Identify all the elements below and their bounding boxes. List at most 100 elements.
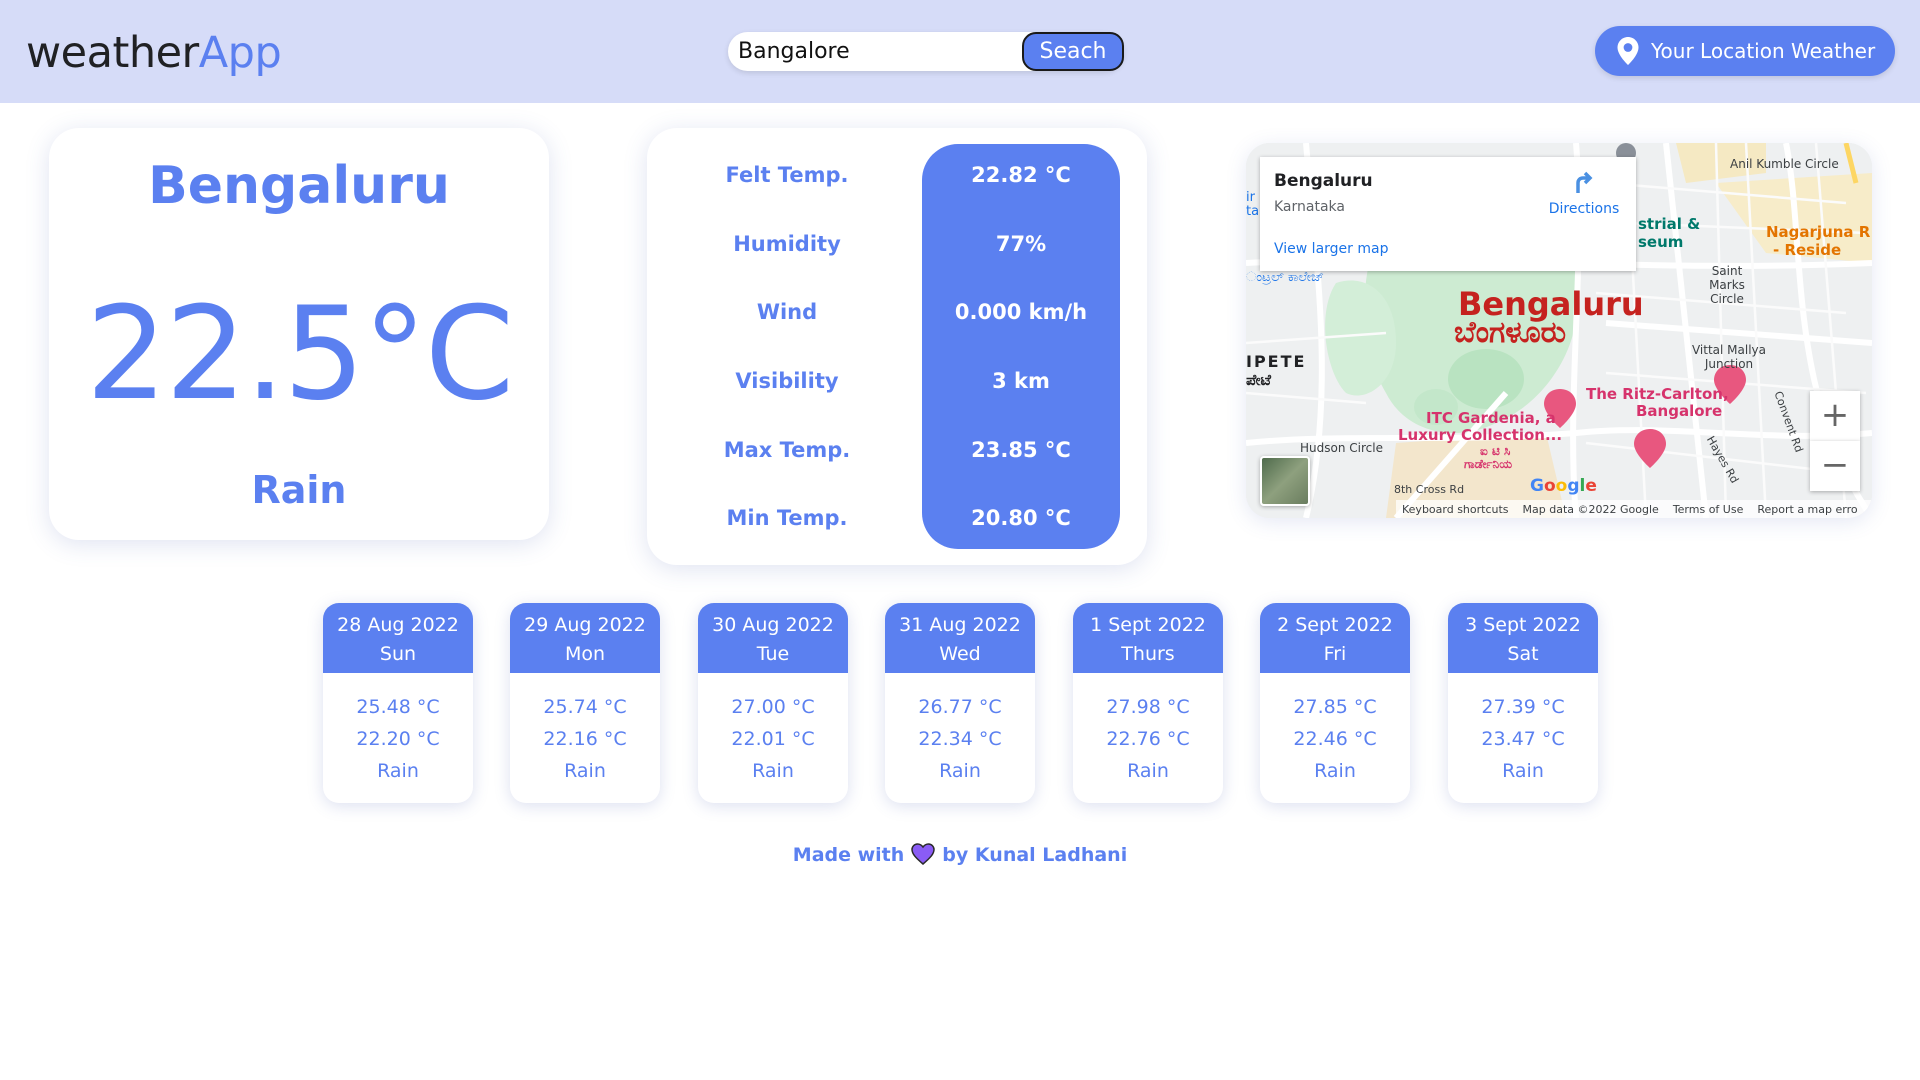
forecast-card-header: 1 Sept 2022 Thurs: [1073, 603, 1223, 673]
forecast-min-temp: 22.34 °C: [918, 728, 1002, 750]
forecast-card-header: 2 Sept 2022 Fri: [1260, 603, 1410, 673]
forecast-day: Mon: [564, 643, 606, 665]
search-button[interactable]: Seach: [1022, 32, 1124, 71]
map-label-hudson-circle: Hudson Circle: [1300, 441, 1383, 455]
forecast-date: 3 Sept 2022: [1465, 614, 1581, 636]
embedded-map[interactable]: Anil Kumble Circle Nagarjuna R - Reside …: [1246, 143, 1872, 518]
footer-made-with: Made with: [792, 844, 905, 866]
keyboard-shortcuts-link[interactable]: Keyboard shortcuts: [1402, 503, 1509, 516]
forecast-condition: Rain: [564, 760, 606, 782]
forecast-date: 31 Aug 2022: [899, 614, 1021, 636]
forecast-condition: Rain: [752, 760, 794, 782]
forecast-date: 2 Sept 2022: [1277, 614, 1393, 636]
map-label-saint-marks: Saint Marks Circle: [1709, 264, 1745, 306]
forecast-date: 1 Sept 2022: [1090, 614, 1206, 636]
map-label-itc-2: Luxury Collection...: [1398, 426, 1563, 444]
directions-label: Directions: [1548, 201, 1620, 217]
forecast-max-temp: 27.00 °C: [731, 696, 815, 718]
map-label-left-edge-2: ta: [1246, 204, 1260, 219]
forecast-max-temp: 25.74 °C: [543, 696, 627, 718]
directions-link[interactable]: Directions: [1544, 171, 1624, 217]
map-label-cross-rd: 8th Cross Rd: [1394, 483, 1465, 496]
forecast-card-header: 31 Aug 2022 Wed: [885, 603, 1035, 673]
forecast-card: 30 Aug 2022 Tue 27.00 °C 22.01 °C Rain: [698, 603, 848, 803]
detail-value-humidity: 77%: [995, 232, 1047, 256]
detail-value-wind: 0.000 km/h: [954, 300, 1088, 324]
terms-of-use-link[interactable]: Terms of Use: [1673, 503, 1744, 516]
location-button-label: Your Location Weather: [1651, 39, 1876, 63]
view-larger-map-link[interactable]: View larger map: [1274, 241, 1388, 257]
forecast-card: 2 Sept 2022 Fri 27.85 °C 22.46 °C Rain: [1260, 603, 1410, 803]
forecast-date: 30 Aug 2022: [712, 614, 834, 636]
footer-author: by Kunal Ladhani: [942, 844, 1128, 866]
forecast-day: Wed: [939, 643, 981, 665]
forecast-card-header: 3 Sept 2022 Sat: [1448, 603, 1598, 673]
forecast-card: 31 Aug 2022 Wed 26.77 °C 22.34 °C Rain: [885, 603, 1035, 803]
map-label-college-kn: ಂಟ್ರಲ್ ಕಾಲೇಜ್: [1246, 270, 1324, 285]
map-label-itc-kn-2: ಗಾರ್ಡೇನಿಯ: [1464, 457, 1513, 471]
zoom-out-button[interactable]: −: [1810, 441, 1860, 491]
forecast-card-body: 27.00 °C 22.01 °C Rain: [698, 673, 848, 787]
forecast-condition: Rain: [1314, 760, 1356, 782]
map-label-vittal-mallya: Vittal Mallya Junction: [1691, 343, 1767, 371]
zoom-in-button[interactable]: +: [1810, 391, 1860, 441]
app-logo: weatherApp: [26, 28, 282, 78]
detail-value-min-temp: 20.80 °C: [971, 506, 1071, 530]
forecast-card-body: 27.98 °C 22.76 °C Rain: [1073, 673, 1223, 787]
map-label-pete: IPETE: [1246, 352, 1307, 371]
map-label-nagarjuna: Nagarjuna R: [1766, 223, 1871, 241]
forecast-max-temp: 27.98 °C: [1106, 696, 1190, 718]
map-attribution-bar: Keyboard shortcuts Map data ©2022 Google…: [1396, 500, 1872, 518]
forecast-min-temp: 22.20 °C: [356, 728, 440, 750]
detail-value-felt-temp: 22.82 °C: [971, 163, 1071, 187]
google-logo: Google: [1530, 476, 1597, 496]
current-temperature: 22.5°C: [85, 280, 514, 429]
current-weather-card: Bengaluru 22.5°C Rain: [49, 128, 549, 540]
detail-label-humidity: Humidity: [733, 232, 841, 256]
directions-icon: [1576, 171, 1593, 193]
forecast-card-body: 25.48 °C 22.20 °C Rain: [323, 673, 473, 787]
forecast-card-body: 25.74 °C 22.16 °C Rain: [510, 673, 660, 787]
forecast-card-header: 29 Aug 2022 Mon: [510, 603, 660, 673]
detail-label-felt-temp: Felt Temp.: [725, 163, 849, 187]
forecast-card-body: 27.39 °C 23.47 °C Rain: [1448, 673, 1598, 787]
forecast-max-temp: 25.48 °C: [356, 696, 440, 718]
map-label-museum-2: seum: [1638, 233, 1684, 251]
your-location-weather-button[interactable]: Your Location Weather: [1595, 26, 1895, 76]
forecast-day: Sat: [1507, 643, 1539, 665]
forecast-min-temp: 22.76 °C: [1106, 728, 1190, 750]
details-values-column: [922, 144, 1120, 549]
map-label-itc-1: ITC Gardenia, a: [1426, 409, 1556, 427]
detail-value-visibility: 3 km: [992, 369, 1050, 393]
forecast-card-body: 27.85 °C 22.46 °C Rain: [1260, 673, 1410, 787]
map-place-name: Bengaluru: [1274, 171, 1373, 191]
forecast-card-body: 26.77 °C 22.34 °C Rain: [885, 673, 1035, 787]
detail-label-max-temp: Max Temp.: [723, 438, 851, 462]
forecast-min-temp: 22.46 °C: [1293, 728, 1377, 750]
map-label-anil-kumble: Anil Kumble Circle: [1730, 157, 1839, 171]
detail-label-visibility: Visibility: [735, 369, 839, 393]
map-place-card: Bengaluru Karnataka View larger map Dire…: [1260, 157, 1636, 271]
forecast-card: 29 Aug 2022 Mon 25.74 °C 22.16 °C Rain: [510, 603, 660, 803]
detail-value-max-temp: 23.85 °C: [971, 438, 1071, 462]
map-place-region: Karnataka: [1274, 199, 1345, 215]
current-condition: Rain: [251, 468, 347, 512]
forecast-condition: Rain: [1127, 760, 1169, 782]
search-bar: Seach: [728, 32, 1124, 71]
search-input[interactable]: [728, 32, 1028, 71]
forecast-max-temp: 27.85 °C: [1293, 696, 1377, 718]
forecast-date: 28 Aug 2022: [337, 614, 459, 636]
forecast-max-temp: 27.39 °C: [1481, 696, 1565, 718]
map-label-pete-kn: ಪೇಟೆ: [1246, 371, 1271, 389]
report-map-error-link[interactable]: Report a map erro: [1757, 503, 1857, 516]
map-data-text: Map data ©2022 Google: [1522, 502, 1659, 516]
weather-details-card: Felt Temp. 22.82 °C Humidity 77% Wind 0.…: [647, 128, 1147, 565]
map-label-left-edge-1: ir: [1246, 190, 1255, 205]
logo-text-app: App: [198, 28, 282, 78]
forecast-card: 1 Sept 2022 Thurs 27.98 °C 22.76 °C Rain: [1073, 603, 1223, 803]
forecast-max-temp: 26.77 °C: [918, 696, 1002, 718]
forecast-condition: Rain: [939, 760, 981, 782]
satellite-view-toggle[interactable]: [1260, 456, 1310, 506]
forecast-day: Tue: [756, 643, 790, 665]
forecast-min-temp: 22.16 °C: [543, 728, 627, 750]
